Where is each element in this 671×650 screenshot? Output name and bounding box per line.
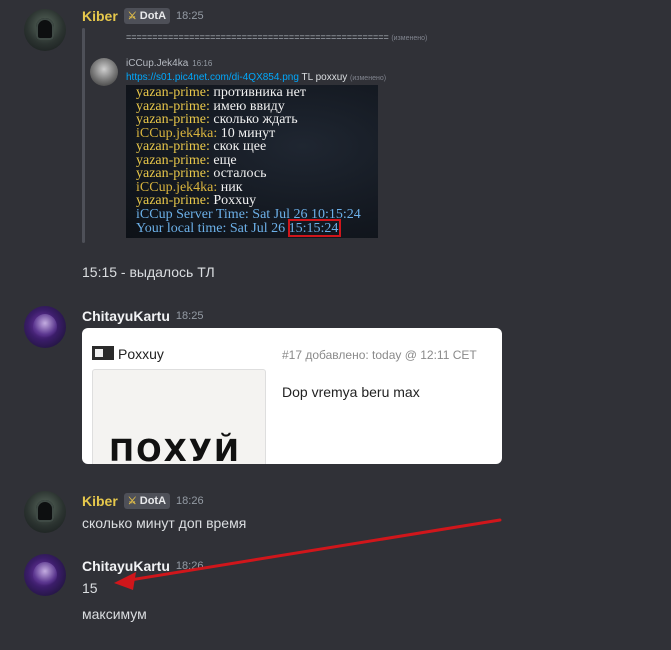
red-arrow-annotation [114,518,502,590]
